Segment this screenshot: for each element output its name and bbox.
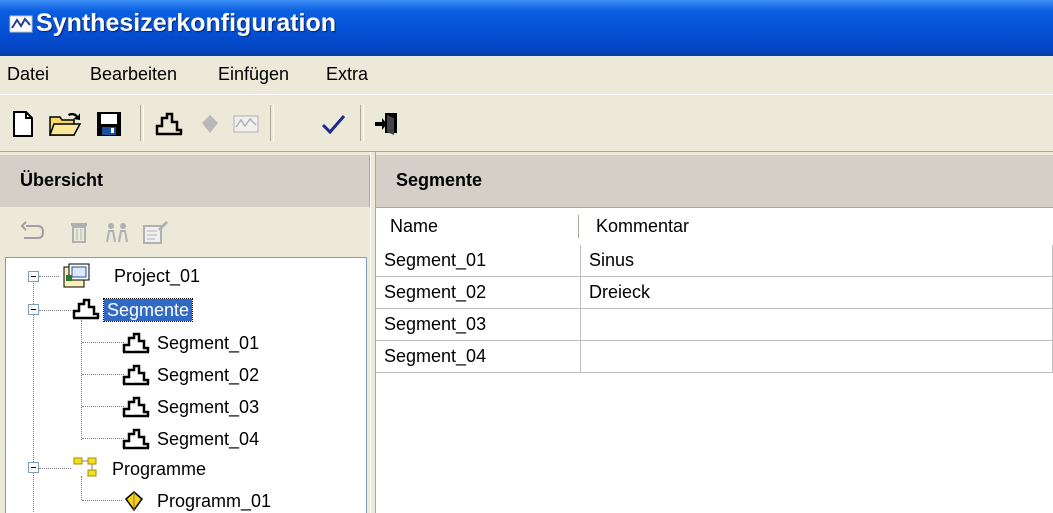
menu-bar: Datei Bearbeiten Einfügen Extra [0, 56, 1053, 94]
column-header-name[interactable]: Name [376, 208, 580, 245]
toolbar [0, 94, 1053, 152]
diamond-button[interactable] [193, 107, 227, 141]
cell-name[interactable]: Segment_02 [376, 277, 581, 309]
cell-comment[interactable]: Dreieck [581, 277, 1053, 309]
users-button[interactable] [102, 217, 132, 247]
tree-item-segment[interactable]: Segment_04 [157, 428, 259, 450]
undo-icon [20, 221, 45, 239]
segment-chart-icon [122, 364, 150, 386]
project-icon [63, 263, 90, 288]
menu-datei[interactable]: Datei [7, 64, 49, 85]
properties-button[interactable] [140, 217, 170, 247]
waveform-button[interactable] [229, 107, 263, 141]
segment-chart-icon [122, 332, 150, 354]
delete-button[interactable] [64, 217, 94, 247]
expander-segments[interactable] [28, 304, 39, 315]
undo-button[interactable] [18, 217, 48, 247]
cell-name[interactable]: Segment_01 [376, 245, 581, 277]
exit-button[interactable] [370, 107, 404, 141]
diamond-icon [202, 115, 218, 133]
segment-button[interactable] [152, 107, 186, 141]
people-icon [106, 223, 128, 243]
window-title: Synthesizerkonfiguration [36, 9, 337, 37]
menu-einfuegen[interactable]: Einfügen [218, 64, 289, 85]
properties-icon [143, 221, 168, 244]
segment-chart-icon [72, 298, 100, 320]
delete-icon [71, 223, 87, 243]
overview-title: Übersicht [20, 170, 104, 190]
program-tree-icon [73, 457, 97, 477]
cell-comment[interactable] [581, 341, 1053, 373]
tree-item-project[interactable]: Project_01 [114, 265, 200, 287]
tree-item-segment[interactable]: Segment_01 [157, 332, 259, 354]
cell-name[interactable]: Segment_04 [376, 341, 581, 373]
overview-toolbar [0, 207, 370, 257]
segments-header: Segmente [376, 155, 1053, 207]
column-header-comment[interactable]: Kommentar [582, 208, 1053, 245]
segment-chart-icon [122, 428, 150, 450]
tree-item-program[interactable]: Programm_01 [157, 490, 271, 512]
program-icon [124, 491, 144, 512]
open-button[interactable] [48, 107, 82, 141]
tree-item-segment[interactable]: Segment_03 [157, 396, 259, 418]
segments-grid: Name Kommentar Segment_01 Sinus Segment_… [376, 207, 1053, 513]
overview-header: Übersicht [0, 155, 370, 207]
cell-comment[interactable] [581, 309, 1053, 341]
chart-window-icon [9, 15, 33, 33]
project-tree[interactable]: Project_01 Segmente Segment_01 Segment_0… [5, 257, 367, 513]
check-button[interactable] [316, 107, 350, 141]
cell-comment[interactable]: Sinus [581, 245, 1053, 277]
menu-bearbeiten[interactable]: Bearbeiten [90, 64, 177, 85]
save-button[interactable] [92, 107, 126, 141]
tree-item-segments[interactable]: Segmente [102, 298, 194, 322]
title-bar[interactable]: Synthesizerkonfiguration [0, 0, 1053, 56]
open-folder-icon [48, 112, 82, 136]
expander-programs[interactable] [28, 462, 39, 473]
exit-icon [375, 113, 397, 135]
expander-root[interactable] [28, 271, 39, 282]
cell-name[interactable]: Segment_03 [376, 309, 581, 341]
check-icon [321, 115, 346, 135]
new-document-button[interactable] [6, 107, 40, 141]
menu-extra[interactable]: Extra [326, 64, 368, 85]
tree-item-segment[interactable]: Segment_02 [157, 364, 259, 386]
tree-item-programs[interactable]: Programme [112, 458, 206, 480]
segment-chart-icon [155, 112, 183, 136]
save-icon [97, 112, 121, 136]
new-document-icon [13, 111, 33, 137]
segment-chart-icon [122, 396, 150, 418]
waveform-icon [233, 115, 259, 133]
segments-title: Segmente [396, 170, 483, 190]
